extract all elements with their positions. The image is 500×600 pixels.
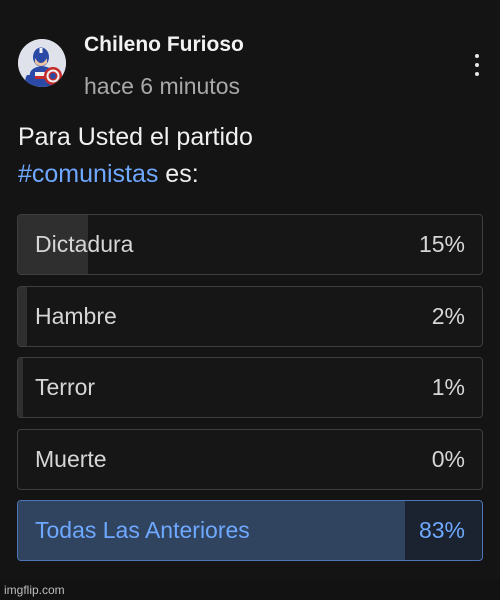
- poll-option-label: Terror: [35, 374, 96, 400]
- more-dot: [475, 63, 479, 67]
- question-text: Para Usted el partido: [18, 123, 253, 151]
- post-timestamp: hace 6 minutos: [84, 73, 240, 99]
- watermark: imgflip.com: [4, 583, 65, 597]
- poll-option-bar: [18, 358, 23, 417]
- poll-option[interactable]: Muerte 0%: [17, 428, 483, 490]
- poll-option[interactable]: Terror 1%: [17, 357, 483, 418]
- hashtag-link[interactable]: #comunistas: [18, 160, 158, 188]
- question-suffix: es:: [158, 160, 199, 188]
- poll-option-percent: 0%: [431, 445, 465, 472]
- author-name[interactable]: Chileno Furioso: [84, 33, 244, 57]
- captain-america-avatar-icon: [18, 39, 66, 87]
- poll-option-percent: 15%: [418, 231, 465, 257]
- poll-option-label: Todas Las Anteriores: [35, 517, 250, 543]
- avatar[interactable]: [18, 39, 66, 87]
- poll-question: Para Usted el partido #comunistas es:: [18, 119, 478, 193]
- poll-option-label: Dictadura: [35, 231, 134, 257]
- poll-option-percent: 83%: [418, 517, 465, 543]
- poll-option-label: Muerte: [35, 445, 107, 472]
- more-options-button[interactable]: [460, 48, 494, 82]
- poll-option-label: Hambre: [35, 302, 117, 329]
- more-vertical-icon: [475, 54, 479, 58]
- poll-option[interactable]: Hambre 2%: [17, 285, 483, 347]
- more-dot: [475, 72, 479, 76]
- poll-option[interactable]: Dictadura 15%: [17, 214, 483, 275]
- poll-option[interactable]: Todas Las Anteriores 83%: [17, 500, 483, 561]
- post-card: Chileno Furioso hace 6 minutos Para Uste…: [0, 0, 500, 580]
- poll-options: Dictadura 15% Hambre 2% Terror 1% Muerte…: [17, 214, 483, 572]
- poll-option-percent: 1%: [431, 374, 465, 400]
- poll-option-percent: 2%: [431, 302, 465, 329]
- poll-option-bar: [18, 286, 28, 346]
